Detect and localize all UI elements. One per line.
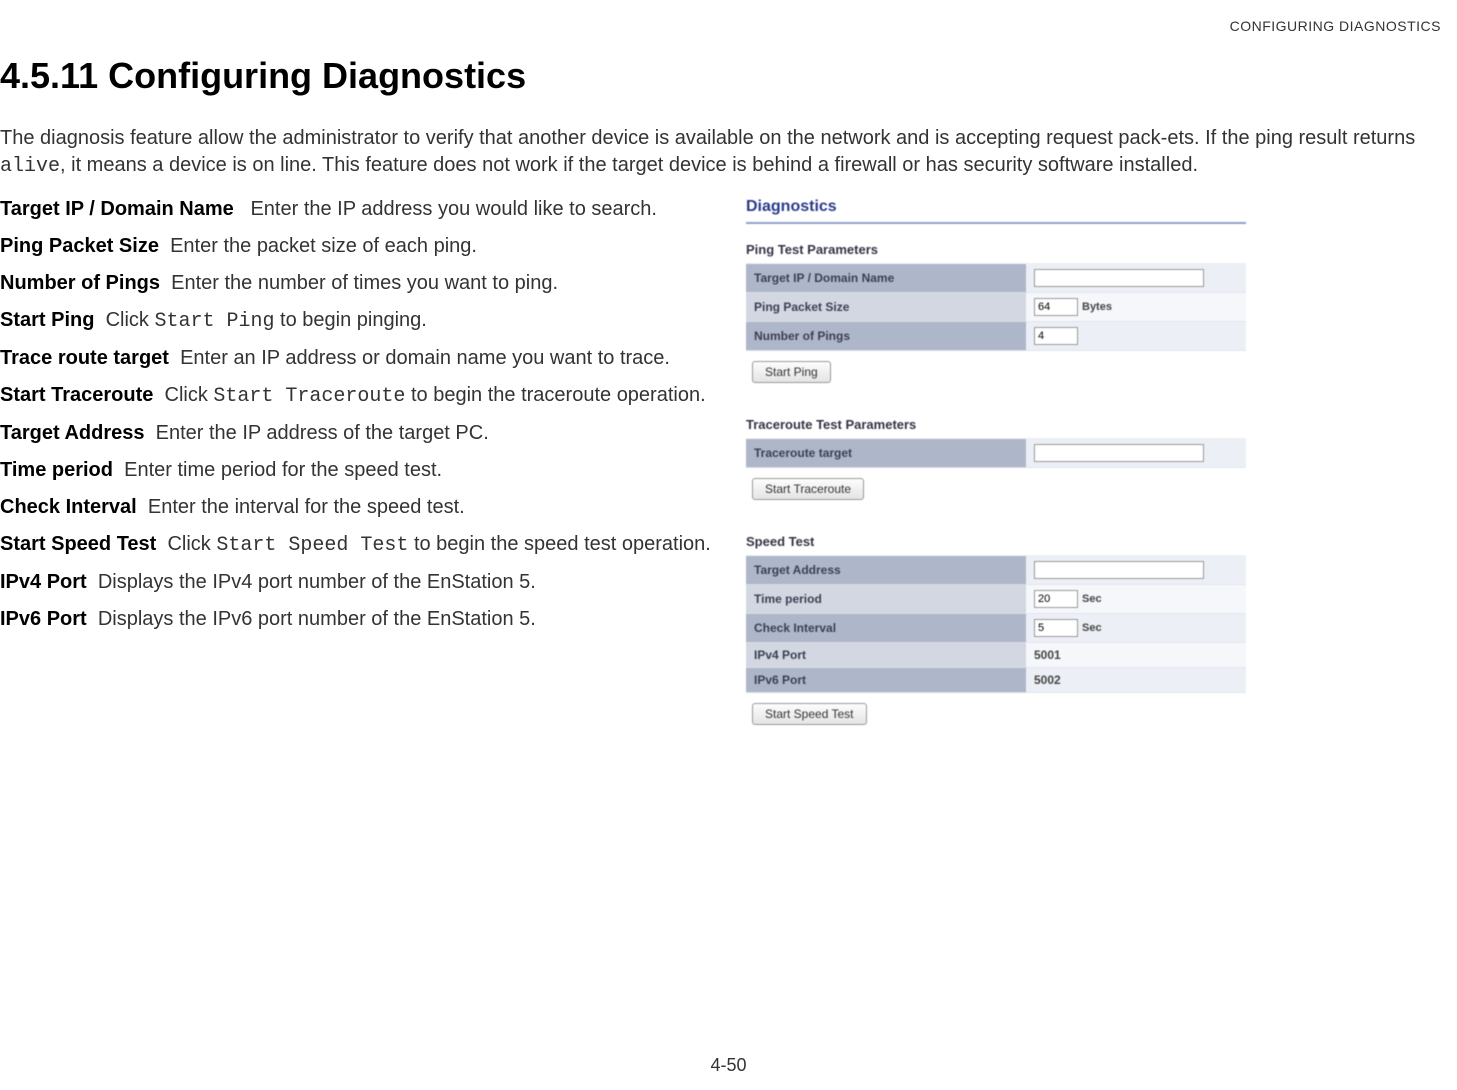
ping-target-ip-input[interactable] [1034,269,1204,287]
start-traceroute-button[interactable]: Start Traceroute [752,478,864,500]
running-header: CONFIGURING DIAGNOSTICS [1230,18,1441,34]
traceroute-section-head: Traceroute Test Parameters [746,417,1246,432]
table-row: Target Address [746,556,1246,585]
speed-section-head: Speed Test [746,534,1246,549]
page-number: 4-50 [0,1055,1457,1076]
traceroute-table: Traceroute target [746,438,1246,468]
panel-title-rule [746,222,1246,224]
sec-unit: Sec [1082,593,1102,605]
def-number-of-pings: Number of Pings Enter the number of time… [0,270,740,297]
ping-packet-size-input[interactable] [1034,298,1078,316]
speed-ipv4-value: 5001 [1034,648,1061,662]
intro-post: , it means a device is on line. This fea… [60,154,1198,176]
ping-table: Target IP / Domain Name Ping Packet Size… [746,263,1246,351]
intro-code: alive [0,155,60,178]
traceroute-target-label: Traceroute target [746,439,1026,468]
speed-ipv6-value: 5002 [1034,673,1061,687]
start-speed-test-button[interactable]: Start Speed Test [752,703,867,725]
speed-time-period-input[interactable] [1034,590,1078,608]
panel-title: Diagnostics [746,198,1246,216]
table-row: Target IP / Domain Name [746,264,1246,293]
intro-paragraph: The diagnosis feature allow the administ… [0,125,1457,180]
table-row: Traceroute target [746,439,1246,468]
def-ping-packet-size: Ping Packet Size Enter the packet size o… [0,233,740,260]
def-target-address: Target Address Enter the IP address of t… [0,420,740,447]
sec-unit: Sec [1082,622,1102,634]
table-row: Time period Sec [746,585,1246,614]
ping-number-label: Number of Pings [746,322,1026,351]
def-target-ip: Target IP / Domain Name Enter the IP add… [0,196,740,223]
speed-ipv4-label: IPv4 Port [746,643,1026,668]
table-row: Check Interval Sec [746,614,1246,643]
ping-section-head: Ping Test Parameters [746,242,1246,257]
def-time-period: Time period Enter time period for the sp… [0,457,740,484]
speed-check-interval-label: Check Interval [746,614,1026,643]
traceroute-target-input[interactable] [1034,444,1204,462]
def-start-speed-test: Start Speed Test Click Start Speed Test … [0,531,740,559]
start-ping-button[interactable]: Start Ping [752,361,831,383]
diagnostics-panel: Diagnostics Ping Test Parameters Target … [746,198,1246,733]
speed-target-addr-input[interactable] [1034,561,1204,579]
intro-pre: The diagnosis feature allow the administ… [0,127,1415,149]
speed-time-period-label: Time period [746,585,1026,614]
table-row: Ping Packet Size Bytes [746,293,1246,322]
def-start-traceroute: Start Traceroute Click Start Traceroute … [0,382,740,410]
bytes-unit: Bytes [1082,301,1112,313]
def-check-interval: Check Interval Enter the interval for th… [0,494,740,521]
ping-number-input[interactable] [1034,327,1078,345]
table-row: IPv6 Port 5002 [746,668,1246,693]
speed-check-interval-input[interactable] [1034,619,1078,637]
table-row: IPv4 Port 5001 [746,643,1246,668]
speed-target-addr-label: Target Address [746,556,1026,585]
def-ipv4-port: IPv4 Port Displays the IPv4 port number … [0,569,740,596]
def-ipv6-port: IPv6 Port Displays the IPv6 port number … [0,606,740,633]
ping-packet-size-label: Ping Packet Size [746,293,1026,322]
def-trace-route-target: Trace route target Enter an IP address o… [0,345,740,372]
table-row: Number of Pings [746,322,1246,351]
section-title: 4.5.11 Configuring Diagnostics [0,55,1457,97]
speed-table: Target Address Time period Sec Check Int… [746,555,1246,693]
speed-ipv6-label: IPv6 Port [746,668,1026,693]
ping-target-ip-label: Target IP / Domain Name [746,264,1026,293]
def-start-ping: Start Ping Click Start Ping to begin pin… [0,307,740,335]
definitions-column: Target IP / Domain Name Enter the IP add… [0,196,740,643]
